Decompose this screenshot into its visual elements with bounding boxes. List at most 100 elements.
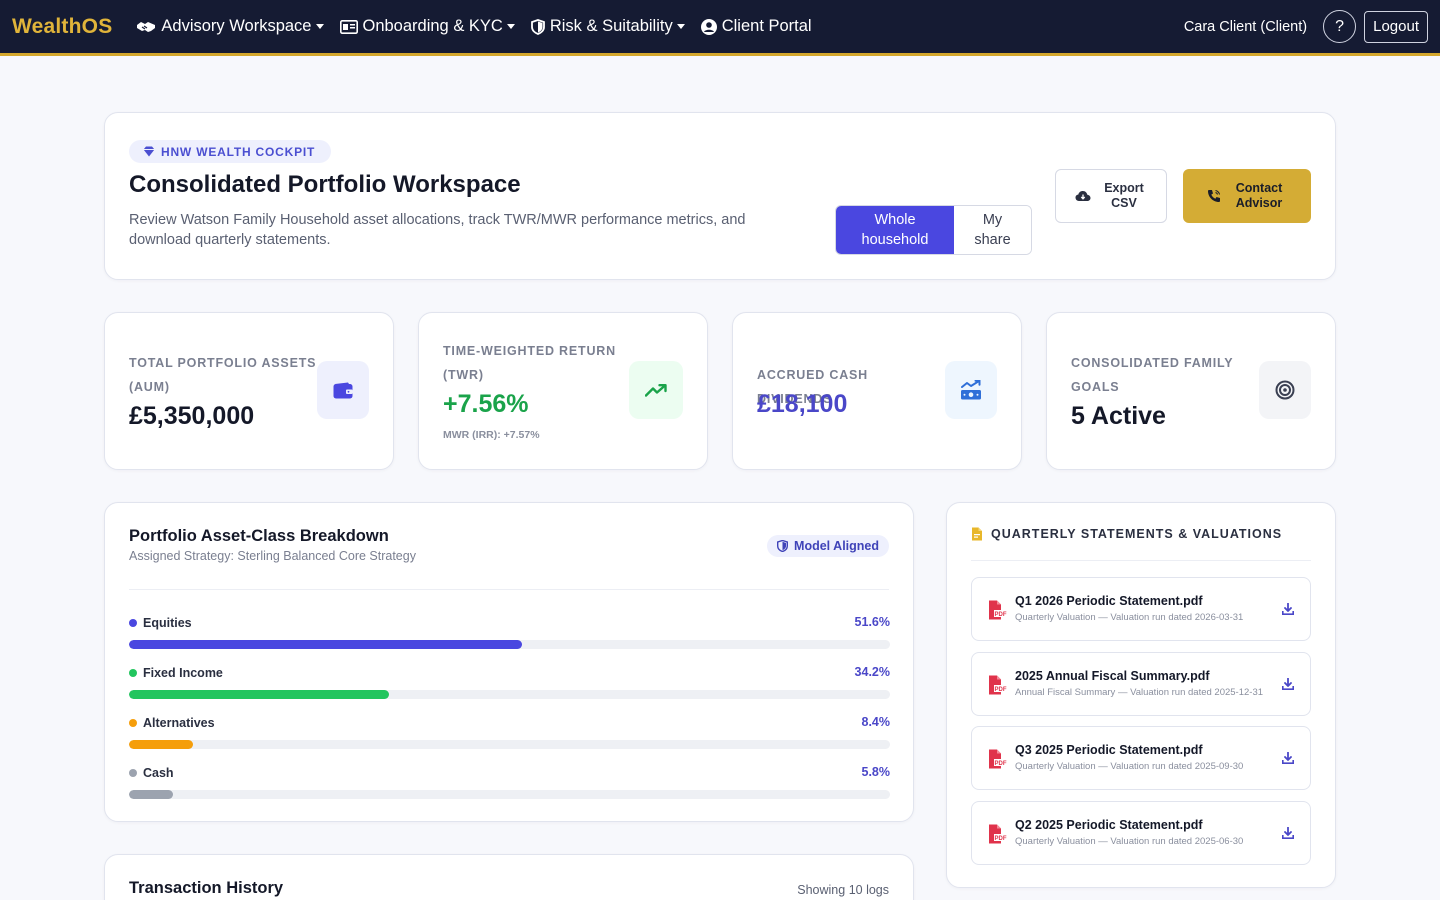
toggle-whole-household[interactable]: Whole household <box>836 206 954 254</box>
download-icon[interactable] <box>1282 826 1294 839</box>
divider <box>971 560 1311 561</box>
badge-text: Model Aligned <box>794 539 879 553</box>
kpi-icon-box <box>1259 361 1311 419</box>
contact-advisor-button[interactable]: Contact Advisor <box>1183 169 1311 223</box>
asset-allocation-card: Portfolio Asset-Class Breakdown Assigned… <box>104 502 914 822</box>
transaction-history-card: Transaction History Showing 10 logs <box>104 854 914 900</box>
kpi-subtext: MWR (IRR): +7.57% <box>443 429 540 441</box>
kpi-card-goals: CONSOLIDATED FAMILY GOALS 5 Active <box>1046 312 1336 470</box>
kpi-icon-box <box>317 361 369 419</box>
statement-meta: Annual Fiscal Summary — Valuation run da… <box>1015 686 1264 698</box>
kpi-value: +7.56% <box>443 390 529 418</box>
statement-name: Q3 2025 Periodic Statement.pdf <box>1015 743 1203 757</box>
cloud-download-icon <box>1075 191 1091 201</box>
top-navbar: WealthOS Advisory Workspace Onboarding &… <box>0 0 1440 56</box>
statement-item[interactable]: PDF Q2 2025 Periodic Statement.pdf Quarter… <box>971 800 1311 865</box>
kpi-icon-box <box>629 361 683 419</box>
nav-label: Risk & Suitability <box>549 17 673 35</box>
pdf-file-icon: PDF <box>989 600 1008 620</box>
allocation-label-text: Equities <box>143 616 192 630</box>
legend-dot <box>129 769 137 777</box>
toggle-my-share[interactable]: My share <box>954 206 1031 254</box>
phone-icon <box>1208 190 1220 202</box>
kpi-value: £18,100 <box>757 390 848 418</box>
allocation-row: Equities 51.6% <box>129 615 890 649</box>
statement-name: Q2 2025 Periodic Statement.pdf <box>1015 817 1203 832</box>
legend-dot <box>129 719 137 727</box>
help-button[interactable]: ? <box>1323 10 1357 43</box>
allocation-bar-fill <box>129 790 174 799</box>
shield-icon <box>530 18 545 35</box>
nav-label: Onboarding & KYC <box>362 17 503 35</box>
allocation-bar-track <box>129 690 890 699</box>
user-circle-icon <box>700 18 717 35</box>
gem-icon <box>143 146 155 157</box>
kpi-label: TIME-WEIGHTED RETURN (TWR) <box>443 344 616 382</box>
money-chart-icon <box>961 380 981 400</box>
kpi-card-aum: TOTAL PORTFOLIO ASSETS (AUM) £5,350,000 <box>104 312 394 470</box>
download-icon[interactable] <box>1282 603 1294 615</box>
allocation-percent: 51.6% <box>854 615 890 629</box>
brand-logo[interactable]: WealthOS <box>12 15 112 39</box>
kpi-label: TOTAL PORTFOLIO ASSETS (AUM) <box>129 356 317 394</box>
statement-meta: Quarterly Valuation — Valuation run date… <box>1015 612 1244 623</box>
allocation-subtitle: Assigned Strategy: Sterling Balanced Cor… <box>129 549 416 563</box>
handshake-icon <box>137 21 156 32</box>
kpi-card-twr: TIME-WEIGHTED RETURN (TWR) +7.56% MWR (I… <box>418 312 708 470</box>
kpi-icon-box <box>945 361 997 419</box>
current-user-label: Cara Client (Client) <box>1183 18 1308 35</box>
caret-down-icon <box>506 24 515 29</box>
divider <box>129 589 889 590</box>
statements-card: QUARTERLY STATEMENTS & VALUATIONS PDF Q1 … <box>946 502 1336 888</box>
allocation-bar-track <box>129 640 890 649</box>
cockpit-pill: HNW WEALTH COCKPIT <box>129 140 332 163</box>
kpi-value: 5 Active <box>1071 402 1166 430</box>
allocation-bar-track <box>129 740 890 749</box>
download-icon[interactable] <box>1282 677 1294 690</box>
statement-meta: Quarterly Valuation — Valuation run date… <box>1015 761 1244 772</box>
allocation-label-text: Cash <box>143 766 174 780</box>
wallet-icon <box>333 382 353 398</box>
allocation-label: Fixed Income <box>129 665 223 681</box>
statement-item[interactable]: PDF 2025 Annual Fiscal Summary.pdf Annual … <box>971 651 1311 716</box>
pill-text: HNW WEALTH COCKPIT <box>161 144 316 159</box>
allocation-label: Cash <box>129 765 174 781</box>
logout-button[interactable]: Logout <box>1364 10 1428 43</box>
allocation-row: Alternatives 8.4% <box>129 715 890 749</box>
nav-risk-suitability[interactable]: Risk & Suitability <box>530 17 685 36</box>
nav-label: Client Portal <box>721 17 812 35</box>
statement-meta: Quarterly Valuation — Valuation run date… <box>1015 835 1244 847</box>
allocation-bar-track <box>129 790 890 799</box>
transaction-count: Showing 10 logs <box>797 883 889 897</box>
svg-text:PDF: PDF <box>995 687 1007 693</box>
caret-down-icon <box>315 24 324 29</box>
svg-text:PDF: PDF <box>995 836 1007 842</box>
nav-label: Advisory Workspace <box>161 17 312 35</box>
download-icon[interactable] <box>1282 752 1294 764</box>
nav-onboarding-kyc[interactable]: Onboarding & KYC <box>339 17 515 36</box>
nav-advisory-workspace[interactable]: Advisory Workspace <box>136 17 324 36</box>
nav-client-portal[interactable]: Client Portal <box>700 17 812 36</box>
pdf-file-icon: PDF <box>989 749 1008 769</box>
model-aligned-badge: Model Aligned <box>767 535 889 557</box>
export-csv-button[interactable]: Export CSV <box>1055 169 1167 223</box>
allocation-row: Fixed Income 34.2% <box>129 665 890 699</box>
allocation-label-text: Alternatives <box>143 716 215 730</box>
id-card-icon <box>339 19 358 34</box>
statements-header: QUARTERLY STATEMENTS & VALUATIONS <box>971 527 1282 541</box>
target-icon <box>1275 380 1295 400</box>
allocation-label-text: Fixed Income <box>143 666 223 680</box>
statement-item[interactable]: PDF Q1 2026 Periodic Statement.pdf Quarter… <box>971 577 1311 641</box>
statement-item[interactable]: PDF Q3 2025 Periodic Statement.pdf Quarter… <box>971 726 1311 790</box>
legend-dot <box>129 619 137 627</box>
view-toggle: Whole household My share <box>835 205 1032 255</box>
allocation-bar-fill <box>129 740 193 749</box>
svg-text:PDF: PDF <box>995 612 1007 618</box>
allocation-percent: 5.8% <box>861 765 891 779</box>
allocation-row: Cash 5.8% <box>129 765 890 799</box>
transaction-history-title: Transaction History <box>129 879 284 897</box>
export-label: Export CSV <box>1104 181 1144 210</box>
allocation-bar-fill <box>129 640 522 649</box>
allocation-title: Portfolio Asset-Class Breakdown <box>129 527 389 545</box>
caret-down-icon <box>676 24 685 29</box>
